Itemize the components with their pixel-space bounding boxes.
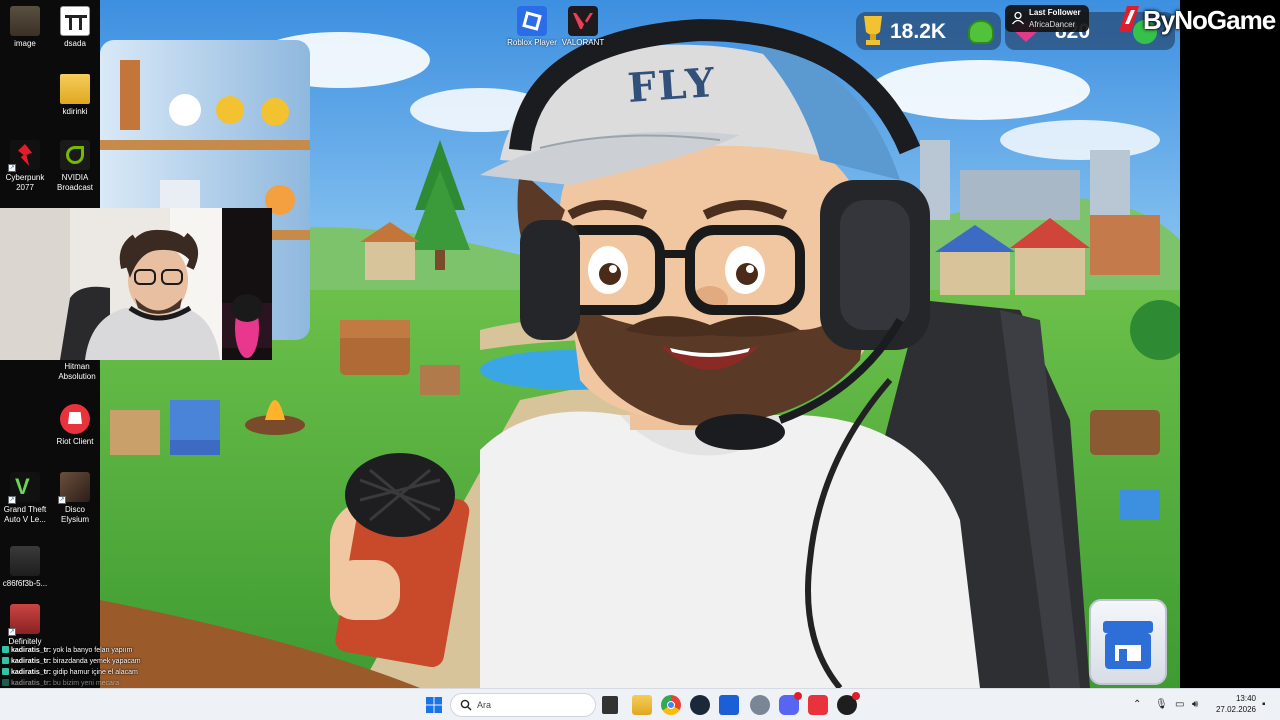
desktop-icon-label: Disco Elysium	[60, 505, 89, 524]
volume-icon[interactable]: 🔊︎	[1192, 699, 1198, 710]
valorant-icon	[568, 6, 598, 36]
chat-badge-icon	[2, 679, 9, 686]
webcam-overlay	[0, 208, 272, 360]
riot-taskbar-icon[interactable]	[808, 695, 828, 715]
follower-title: Last Follower	[1029, 8, 1081, 17]
shop-icon	[1103, 621, 1153, 669]
chat-badge-icon	[2, 668, 9, 675]
desktop-icon-label: Riot Client	[56, 437, 94, 446]
chat-message: kadiratis_tr: yok la banyo felan yapıım	[2, 646, 202, 657]
store-icon[interactable]	[719, 695, 739, 715]
gold-value: 18.2K	[890, 20, 947, 43]
riot-icon	[60, 404, 90, 434]
logo-text: ByNoGame	[1143, 5, 1276, 35]
obs-icon[interactable]	[837, 692, 860, 715]
chat-badge-icon	[2, 657, 9, 664]
chat-text: bu bizim yeni mecara	[53, 680, 120, 687]
desktop-icon-c86f6f3b[interactable]: c86f6f3b-5...	[0, 546, 50, 589]
bynogame-logo-mark	[1119, 6, 1139, 32]
desktop-icon-label: image	[14, 39, 36, 48]
chat-username: kadiratis_tr:	[11, 680, 52, 687]
task-view-icon[interactable]	[602, 696, 618, 714]
desktop-icon-label: Roblox Player	[507, 38, 557, 47]
gta-icon: V ↗	[8, 472, 40, 504]
desktop-icon-label: kdirinki	[62, 107, 88, 116]
chat-text: gidip hamur içine el alacam	[53, 669, 138, 676]
clock[interactable]: 13:40 27.02.2026	[1208, 693, 1256, 715]
definitely-icon: ↗	[8, 604, 40, 636]
chat-badge-icon	[2, 646, 9, 653]
last-follower-widget: Last Follower AfricaDancer	[1005, 5, 1089, 32]
slime-icon	[968, 20, 994, 44]
desktop-icon-dsada[interactable]: dsada	[50, 6, 100, 49]
chat-text: birazdanda yemek yapacam	[53, 658, 141, 665]
desktop-icon-image[interactable]: image	[0, 6, 50, 49]
clock-date: 27.02.2026	[1215, 705, 1256, 714]
discord-icon[interactable]	[779, 692, 802, 715]
steam-icon[interactable]	[690, 695, 710, 715]
tray-overflow-chevron-icon[interactable]: ⌃	[1133, 699, 1141, 710]
desktop-icon-hitman[interactable]: Hitman Absolution	[52, 362, 102, 382]
taskbar-search[interactable]: Ara	[450, 693, 596, 717]
nvidia-icon	[60, 140, 90, 170]
desktop-icon-roblox[interactable]: Roblox Player	[504, 6, 560, 47]
desktop-icon-definitely[interactable]: ↗ Definitely	[0, 604, 50, 647]
taskbar: Ara ⌃ 🎙︎ ▭ 🔊︎ 13:40 27.02.2026 ▪	[0, 688, 1280, 720]
network-icon[interactable]: ▭	[1175, 699, 1184, 710]
desktop-icon-label: Grand Theft Auto V Le...	[3, 505, 47, 524]
desktop-icon-kdirinki[interactable]: kdirinki	[50, 74, 100, 117]
search-icon	[460, 699, 472, 711]
search-placeholder: Ara	[477, 700, 492, 710]
folder-icon	[60, 74, 90, 104]
microphone-icon[interactable]: 🎙︎	[1155, 699, 1168, 710]
chat-message: kadiratis_tr: gidip hamur içine el alaca…	[2, 668, 202, 679]
chrome-icon[interactable]	[661, 695, 681, 715]
desktop-icon-valorant[interactable]: VALORANT	[555, 6, 611, 47]
desktop-icon-label: c86f6f3b-5...	[2, 579, 48, 588]
bynogame-logo: ByNoGame	[1113, 2, 1280, 38]
webcam-feed	[0, 208, 272, 360]
desktop-icon-cyberpunk[interactable]: ↗ Cyberpunk 2077	[0, 140, 50, 193]
shop-button[interactable]	[1089, 599, 1167, 685]
dsada-icon	[60, 6, 90, 36]
desktop-icon-label: dsada	[64, 39, 86, 48]
desktop-icon-nvidia[interactable]: NVIDIA Broadcast	[50, 140, 100, 193]
desktop-screen: image dsada kdirinki ↗ Cyberpunk 2077 NV…	[0, 0, 1280, 720]
user-icon	[1011, 11, 1025, 25]
settings-gear-icon[interactable]	[750, 695, 770, 715]
windows-icon	[426, 697, 442, 713]
trophy-icon	[864, 16, 882, 45]
desktop-icon-gta[interactable]: V ↗ Grand Theft Auto V Le...	[0, 472, 50, 525]
cyberpunk-icon: ↗	[8, 140, 40, 172]
follower-name: AfricaDancer	[1029, 20, 1076, 29]
desktop-icon-disco-elysium[interactable]: ↗ Disco Elysium	[50, 472, 100, 525]
notification-bell-icon[interactable]: ▪	[1262, 699, 1266, 710]
desktop-icon-riot[interactable]: Riot Client	[50, 404, 100, 447]
chat-username: kadiratis_tr:	[11, 658, 52, 665]
chat-message: kadiratis_tr: birazdanda yemek yapacam	[2, 657, 202, 668]
desktop-icon-label: Cyberpunk 2077	[5, 173, 45, 192]
chat-username: kadiratis_tr:	[11, 647, 52, 654]
chat-overlay: kadiratis_tr: yok la banyo felan yapıım …	[2, 646, 202, 690]
disco-elysium-icon: ↗	[58, 472, 90, 504]
desktop-icon-label: VALORANT	[561, 38, 605, 47]
image-file-icon	[10, 6, 40, 36]
cap-text: FLY	[626, 58, 718, 113]
file-explorer-icon[interactable]	[632, 695, 652, 715]
desktop-icon-label: NVIDIA Broadcast	[56, 173, 94, 192]
image-file-icon	[10, 546, 40, 576]
gold-counter: 18.2K	[856, 12, 1001, 50]
roblox-icon	[517, 6, 547, 36]
start-button[interactable]	[424, 695, 444, 715]
chat-text: yok la banyo felan yapıım	[53, 647, 133, 654]
chat-username: kadiratis_tr:	[11, 669, 52, 676]
desktop-icon-label: Hitman Absolution	[58, 362, 96, 381]
desktop-right-area	[1180, 0, 1280, 688]
clock-time: 13:40	[1235, 694, 1256, 703]
